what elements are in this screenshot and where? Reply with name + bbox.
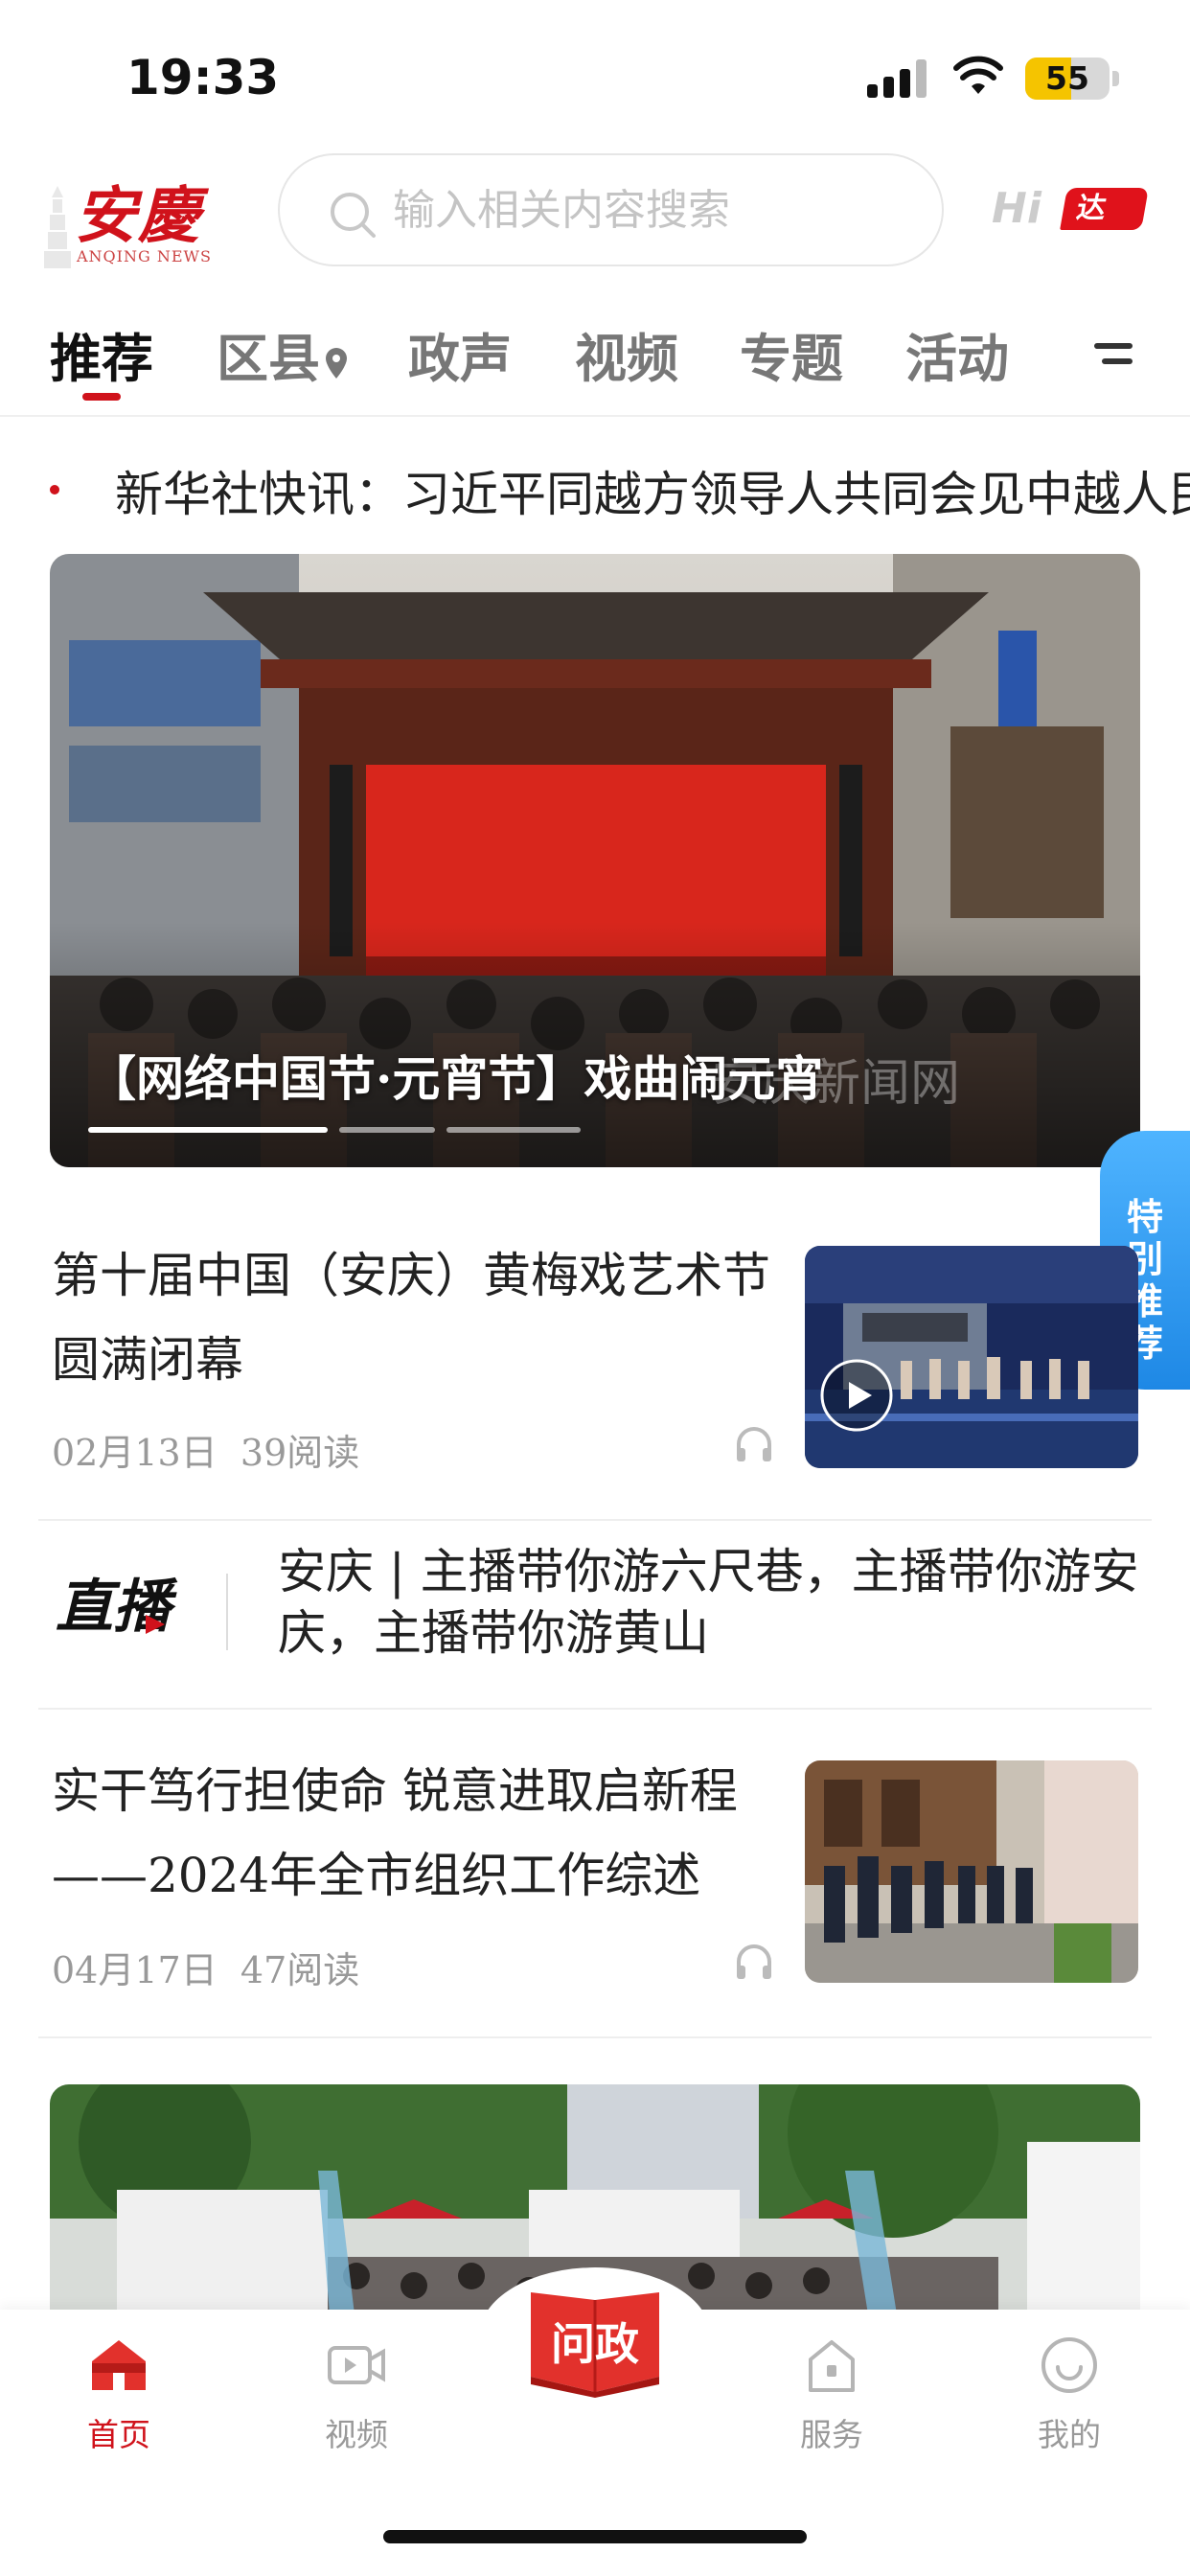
status-time: 19:33 bbox=[126, 50, 280, 105]
news-title: 实干笃行担使命 锐意进取启新程——2024年全市组织工作综述 bbox=[52, 1763, 738, 1903]
active-tab-indicator bbox=[82, 393, 121, 401]
news-title: 第十届中国（安庆）黄梅戏艺术节圆满闭幕 bbox=[52, 1248, 770, 1388]
divider bbox=[38, 1708, 1152, 1710]
location-pin-icon bbox=[326, 347, 347, 379]
smile-face-icon bbox=[1041, 2337, 1097, 2393]
search-bar[interactable] bbox=[278, 153, 944, 266]
news-thumbnail bbox=[805, 1246, 1138, 1468]
live-logo: 直播 bbox=[56, 1574, 178, 1641]
live-separator bbox=[226, 1574, 228, 1650]
wifi-icon bbox=[953, 56, 1003, 94]
nav-home[interactable]: 首页 bbox=[42, 2334, 195, 2469]
news-reads: 47阅读 bbox=[240, 1949, 360, 1991]
tab-video[interactable]: 视频 bbox=[575, 316, 678, 392]
battery-tip bbox=[1112, 71, 1119, 86]
news-thumbnail bbox=[805, 1760, 1138, 1983]
news-reads: 39阅读 bbox=[240, 1432, 360, 1474]
battery-icon: 55 bbox=[1025, 58, 1110, 100]
tab-activities[interactable]: 活动 bbox=[905, 316, 1009, 392]
battery-percent: 55 bbox=[1045, 59, 1089, 97]
live-logo-text: 直播 bbox=[56, 1574, 178, 1641]
video-icon bbox=[328, 2346, 385, 2384]
channel-menu-icon[interactable] bbox=[1094, 335, 1133, 370]
app-logo[interactable]: 安慶 ANQING NEWS bbox=[38, 163, 230, 273]
tab-topics[interactable]: 专题 bbox=[740, 316, 843, 392]
pagination-dot[interactable] bbox=[339, 1127, 435, 1133]
logo-text: 安慶 bbox=[75, 180, 201, 252]
news-item[interactable]: 实干笃行担使命 锐意进取启新程——2024年全市组织工作综述 04月17日 47… bbox=[38, 1739, 1152, 2017]
live-broadcast-item[interactable]: 直播 安庆 | 主播带你游六尺巷，主播带你游安庆，主播带你游黄山 bbox=[38, 1524, 1152, 1711]
news-ticker[interactable]: 新华社快讯：习近平同越方领导人共同会见中越人民 bbox=[0, 450, 1190, 527]
news-meta: 02月13日 39阅读 bbox=[52, 1423, 359, 1476]
pagination-dot[interactable] bbox=[446, 1127, 581, 1133]
news-date: 04月17日 bbox=[52, 1949, 217, 1991]
officials-photo bbox=[805, 1760, 1138, 1983]
home-icon bbox=[92, 2340, 146, 2390]
pagoda-logo-icon bbox=[44, 186, 71, 268]
tab-political[interactable]: 政声 bbox=[408, 316, 512, 392]
play-icon[interactable] bbox=[818, 1357, 895, 1434]
tab-districts[interactable]: 区县 bbox=[217, 316, 349, 392]
ticker-dot bbox=[50, 485, 59, 494]
headphone-icon[interactable] bbox=[734, 1425, 774, 1463]
category-tabs: 推荐 区县 政声 视频 专题 活动 bbox=[0, 288, 1190, 417]
hi-text: Hi bbox=[992, 184, 1041, 233]
nav-video-label: 视频 bbox=[325, 2416, 388, 2453]
divider bbox=[38, 2036, 1152, 2038]
hi-expert-button[interactable]: Hi 达人 bbox=[992, 184, 1149, 267]
live-text: 安庆 | 主播带你游六尺巷，主播带你游安庆，主播带你游黄山 bbox=[278, 1544, 1139, 1661]
search-input[interactable] bbox=[393, 155, 910, 264]
service-bag-icon bbox=[809, 2340, 855, 2392]
news-meta: 04月17日 47阅读 bbox=[52, 1941, 359, 1993]
nav-profile[interactable]: 我的 bbox=[993, 2334, 1146, 2469]
news-item[interactable]: 第十届中国（安庆）黄梅戏艺术节圆满闭幕 02月13日 39阅读 bbox=[38, 1222, 1152, 1500]
nav-wenzheng-label: 问政 bbox=[551, 2318, 639, 2370]
status-bar: 19:33 55 bbox=[0, 0, 1190, 144]
nav-home-label: 首页 bbox=[87, 2416, 150, 2453]
nav-service-label: 服务 bbox=[800, 2416, 863, 2453]
tab-recommend[interactable]: 推荐 bbox=[50, 316, 153, 392]
logo-subtext: ANQING NEWS bbox=[77, 247, 212, 265]
featured-banner[interactable]: 安庆新闻网 【网络中国节·元宵节】戏曲闹元宵 bbox=[50, 554, 1140, 1167]
expert-tag: 达人 bbox=[1060, 188, 1149, 267]
nav-wenzheng[interactable]: 问政 bbox=[525, 2285, 665, 2400]
banner-pagination bbox=[88, 1127, 625, 1133]
tab-districts-label: 区县 bbox=[217, 328, 320, 389]
pagination-dot[interactable] bbox=[88, 1127, 328, 1133]
home-indicator[interactable] bbox=[383, 2530, 807, 2543]
headphone-icon[interactable] bbox=[734, 1943, 774, 1981]
ticker-text: 新华社快讯：习近平同越方领导人共同会见中越人民 bbox=[115, 467, 1190, 522]
nav-profile-label: 我的 bbox=[1038, 2416, 1101, 2453]
app-header: 安慶 ANQING NEWS Hi 达人 bbox=[0, 144, 1190, 278]
search-icon bbox=[331, 193, 376, 238]
news-date: 02月13日 bbox=[52, 1432, 217, 1474]
nav-video[interactable]: 视频 bbox=[280, 2334, 433, 2469]
signal-icon bbox=[867, 59, 927, 98]
nav-service[interactable]: 服务 bbox=[755, 2334, 908, 2469]
banner-caption: 【网络中国节·元宵节】戏曲闹元宵 bbox=[88, 1050, 824, 1107]
divider bbox=[38, 1519, 1152, 1521]
